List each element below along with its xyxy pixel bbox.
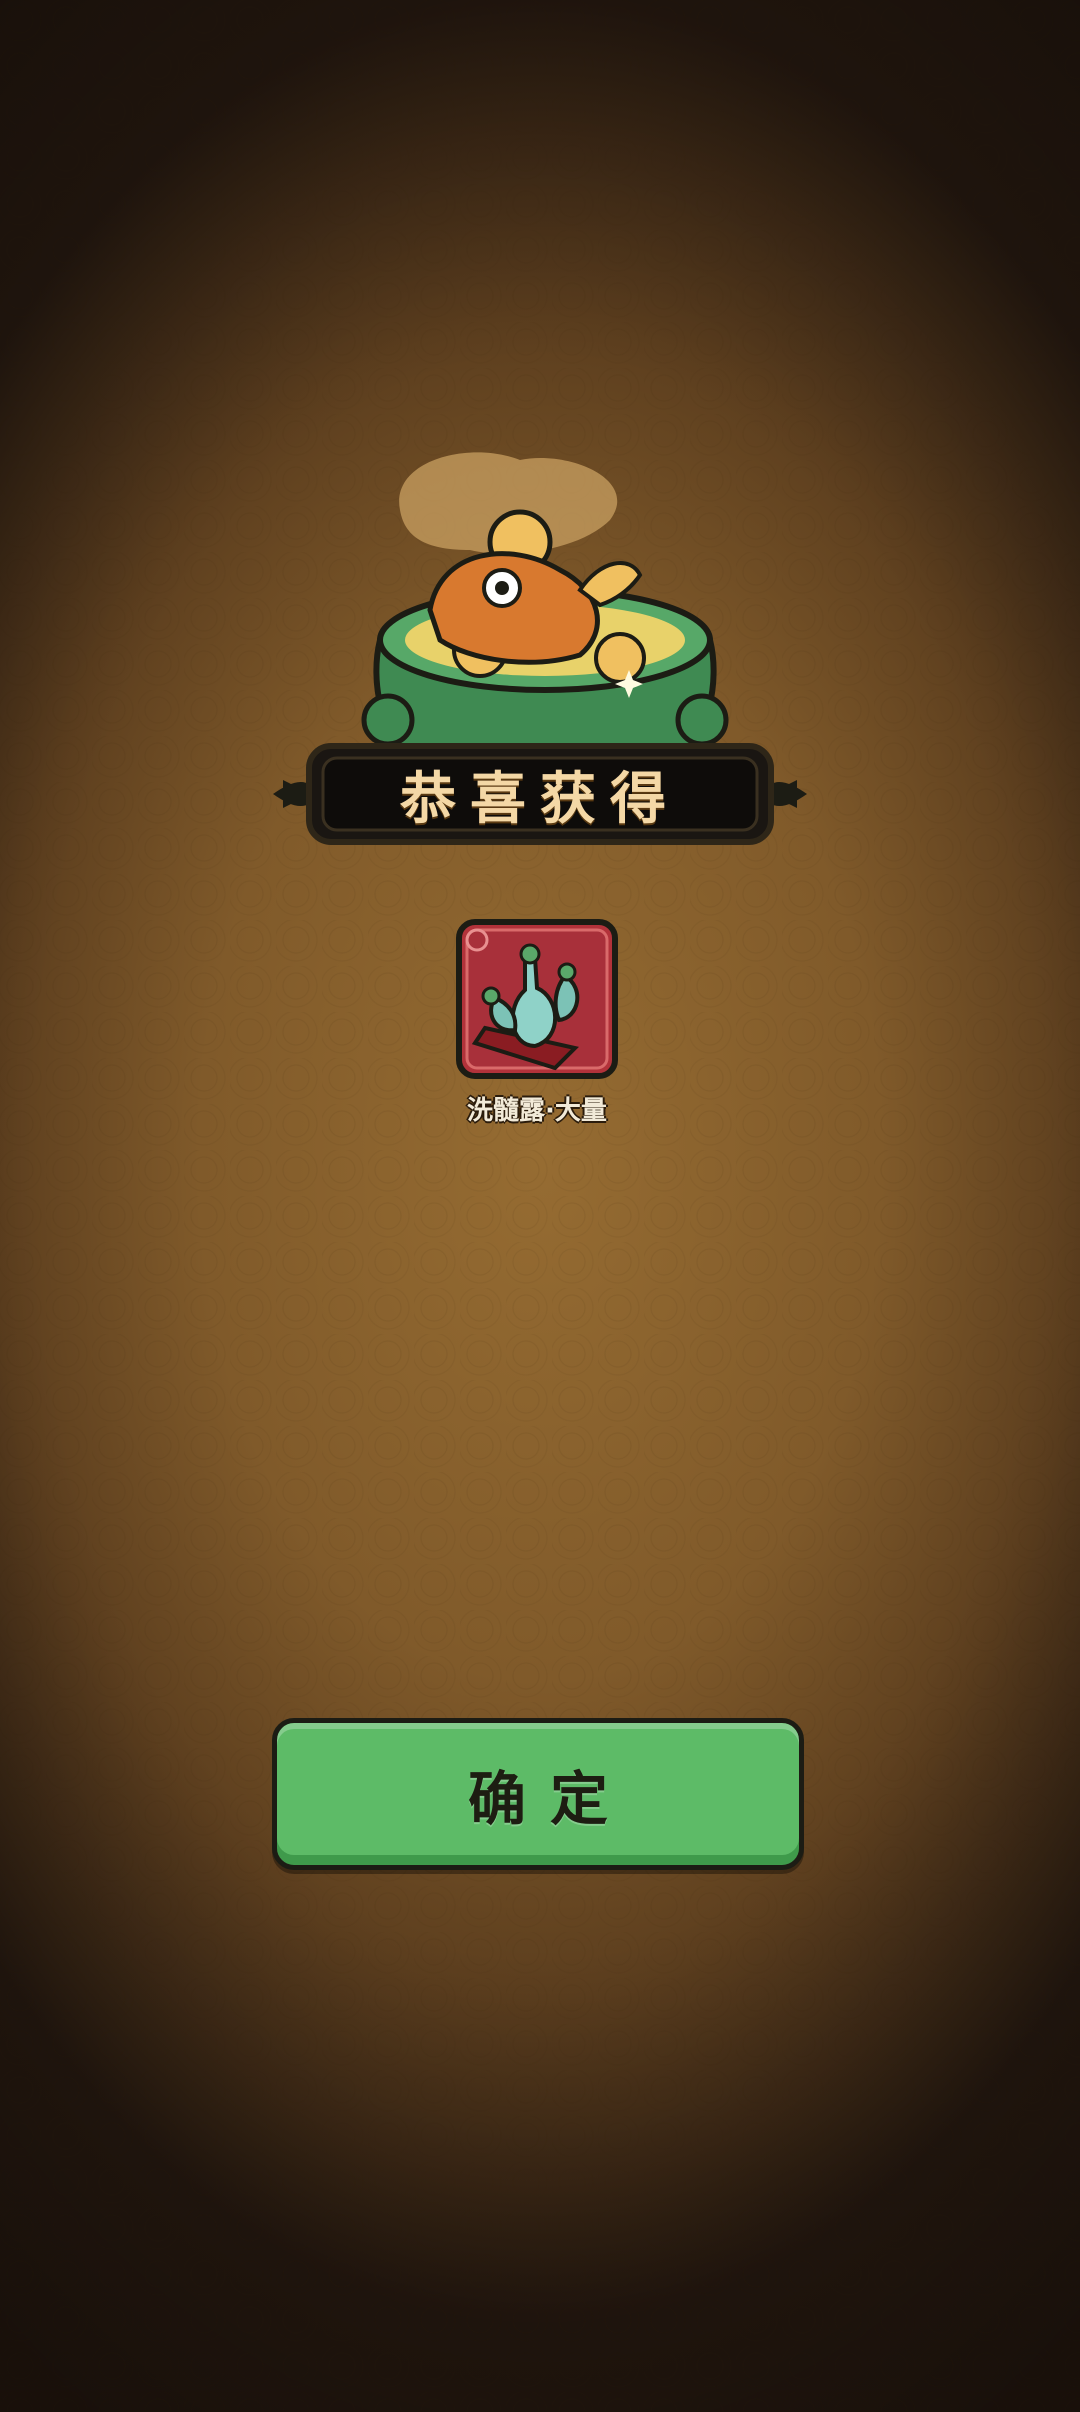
potion-bottles-icon xyxy=(456,919,618,1079)
dialog-title: 恭喜获得 xyxy=(400,765,680,832)
background-pattern xyxy=(0,0,1080,2412)
confirm-button[interactable]: 确定 xyxy=(272,1718,804,1870)
title-banner: 恭喜获得 xyxy=(273,740,807,848)
background-vignette xyxy=(0,0,1080,2412)
confirm-button-label: 确定 xyxy=(467,1765,632,1833)
reward-item-card[interactable] xyxy=(455,918,619,1080)
reward-item-name: 洗髓露·大量 xyxy=(467,1096,607,1126)
fish-jar-illustration xyxy=(360,440,730,770)
